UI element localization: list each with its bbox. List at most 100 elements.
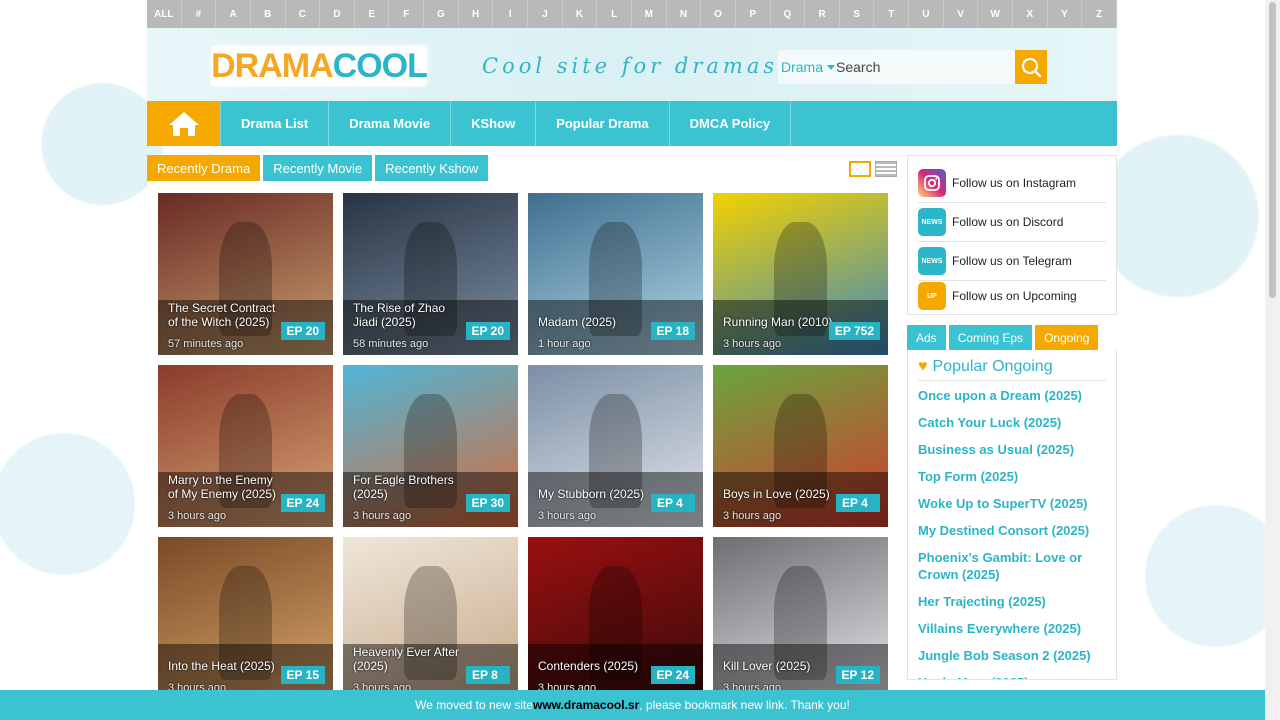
alphabet-link[interactable]: E	[355, 0, 390, 28]
drama-title[interactable]: Heavenly Ever After (2025)	[353, 645, 465, 673]
follow-label[interactable]: Follow us on Instagram	[952, 176, 1076, 190]
popular-item[interactable]: Uncle Mom (2025)	[918, 674, 1106, 679]
alphabet-link[interactable]: K	[563, 0, 598, 28]
popular-item[interactable]: Once upon a Dream (2025)	[918, 387, 1106, 404]
drama-card[interactable]: My Stubborn (2025) 3 hours ago EP 4	[528, 365, 703, 527]
alphabet-link[interactable]: N	[667, 0, 702, 28]
drama-title[interactable]: My Stubborn (2025)	[538, 487, 650, 501]
scrollbar[interactable]	[1265, 0, 1280, 720]
alphabet-link[interactable]: B	[251, 0, 286, 28]
drama-card[interactable]: Boys in Love (2025) 3 hours ago EP 4	[713, 365, 888, 527]
follow-label[interactable]: Follow us on Upcoming	[952, 289, 1077, 303]
notice-after: , please bookmark new link. Thank you!	[639, 698, 850, 712]
upcoming-icon: UP	[918, 282, 946, 310]
alphabet-link[interactable]: Y	[1048, 0, 1083, 28]
popular-item[interactable]: Villains Everywhere (2025)	[918, 620, 1106, 637]
drama-card[interactable]: Contenders (2025) 3 hours ago EP 24	[528, 537, 703, 699]
grid-view-icon[interactable]	[849, 161, 871, 177]
alphabet-link[interactable]: C	[286, 0, 321, 28]
alphabet-link[interactable]: G	[424, 0, 459, 28]
alphabet-link[interactable]: T	[874, 0, 910, 28]
alphabet-link[interactable]: R	[805, 0, 840, 28]
alphabet-link[interactable]: V	[944, 0, 979, 28]
alphabet-link[interactable]: L	[597, 0, 632, 28]
drama-title[interactable]: Into the Heat (2025)	[168, 659, 280, 673]
follow-row[interactable]: UP Follow us on Upcoming	[918, 281, 1106, 311]
sidebar-tab[interactable]: Ads	[907, 325, 946, 350]
drama-card[interactable]: Marry to the Enemy of My Enemy (2025) 3 h…	[158, 365, 333, 527]
drama-title[interactable]: Boys in Love (2025)	[723, 487, 835, 501]
episode-badge: EP 24	[280, 494, 325, 512]
drama-card[interactable]: The Rise of Zhao Jiadi (2025) 58 minutes …	[343, 193, 518, 355]
nav-item[interactable]: DMCA Policy	[670, 101, 792, 146]
episode-badge: EP 8	[466, 666, 510, 684]
nav-item[interactable]: Drama Movie	[329, 101, 452, 146]
alphabet-link[interactable]: A	[216, 0, 251, 28]
alphabet-link[interactable]: U	[909, 0, 944, 28]
alphabet-link[interactable]: P	[736, 0, 771, 28]
follow-row[interactable]: Follow us on Instagram	[918, 164, 1106, 203]
drama-card[interactable]: For Eagle Brothers (2025) 3 hours ago EP 3…	[343, 365, 518, 527]
sidebar-tab[interactable]: Ongoing	[1035, 325, 1099, 350]
list-view-icon[interactable]	[875, 161, 897, 177]
notice-link[interactable]: www.dramacool.sr	[533, 698, 639, 712]
drama-title[interactable]: Marry to the Enemy of My Enemy (2025)	[168, 473, 280, 501]
scrollbar-thumb[interactable]	[1269, 2, 1276, 298]
popular-item[interactable]: Top Form (2025)	[918, 468, 1106, 485]
alphabet-link[interactable]: W	[978, 0, 1014, 28]
content-tab[interactable]: Recently Drama	[147, 155, 261, 181]
content-tab[interactable]: Recently Movie	[263, 155, 373, 181]
popular-item[interactable]: Phoenix's Gambit: Love or Crown (2025)	[918, 549, 1106, 583]
drama-time: 3 hours ago	[723, 510, 782, 522]
popular-item[interactable]: Woke Up to SuperTV (2025)	[918, 495, 1106, 512]
alphabet-link[interactable]: H	[459, 0, 494, 28]
site-logo[interactable]: DRAMA COOL	[211, 46, 428, 86]
follow-label[interactable]: Follow us on Discord	[952, 215, 1063, 229]
episode-badge: EP 20	[465, 322, 510, 340]
alphabet-link[interactable]: ALL	[147, 0, 182, 28]
nav-item[interactable]: Popular Drama	[536, 101, 670, 146]
drama-card[interactable]: Kill Lover (2025) 3 hours ago EP 12	[713, 537, 888, 699]
nav-item[interactable]: Drama List	[221, 101, 330, 146]
episode-badge: EP 24	[650, 666, 695, 684]
popular-item[interactable]: Jungle Bob Season 2 (2025)	[918, 647, 1106, 664]
nav-item[interactable]: KShow	[451, 101, 537, 146]
alphabet-link[interactable]: M	[632, 0, 667, 28]
drama-title[interactable]: Madam (2025)	[538, 315, 650, 329]
drama-title[interactable]: Kill Lover (2025)	[723, 659, 835, 673]
alphabet-link[interactable]: #	[182, 0, 217, 28]
drama-title[interactable]: For Eagle Brothers (2025)	[353, 473, 465, 501]
follow-row[interactable]: NEWS Follow us on Discord	[918, 203, 1106, 242]
popular-item[interactable]: Business as Usual (2025)	[918, 441, 1106, 458]
alphabet-link[interactable]: F	[389, 0, 425, 28]
search-input[interactable]	[836, 59, 1006, 75]
drama-title[interactable]: The Secret Contract of the Witch (2025)	[168, 301, 280, 329]
search-button[interactable]	[1015, 50, 1047, 84]
home-button[interactable]	[147, 101, 221, 146]
popular-item[interactable]: Her Trajecting (2025)	[918, 593, 1106, 610]
drama-card[interactable]: The Secret Contract of the Witch (2025) 5…	[158, 193, 333, 355]
alphabet-link[interactable]: S	[840, 0, 875, 28]
alphabet-link[interactable]: J	[528, 0, 563, 28]
follow-row[interactable]: NEWS Follow us on Telegram	[918, 242, 1106, 281]
search-type-select[interactable]: Drama	[778, 59, 836, 75]
drama-title[interactable]: The Rise of Zhao Jiadi (2025)	[353, 301, 465, 329]
drama-card[interactable]: Running Man (2010) 3 hours ago EP 752	[713, 193, 888, 355]
drama-card[interactable]: Madam (2025) 1 hour ago EP 18	[528, 193, 703, 355]
episode-badge: EP 4	[651, 494, 695, 512]
alphabet-link[interactable]: O	[701, 0, 736, 28]
alphabet-link[interactable]: X	[1013, 0, 1048, 28]
alphabet-link[interactable]: D	[320, 0, 355, 28]
follow-label[interactable]: Follow us on Telegram	[952, 254, 1072, 268]
alphabet-link[interactable]: Q	[771, 0, 806, 28]
drama-card[interactable]: Into the Heat (2025) 3 hours ago EP 15	[158, 537, 333, 699]
content-tab[interactable]: Recently Kshow	[375, 155, 489, 181]
alphabet-link[interactable]: I	[493, 0, 529, 28]
drama-title[interactable]: Running Man (2010)	[723, 315, 835, 329]
drama-card[interactable]: Heavenly Ever After (2025) 3 hours ago EP …	[343, 537, 518, 699]
popular-item[interactable]: My Destined Consort (2025)	[918, 522, 1106, 539]
sidebar-tab[interactable]: Coming Eps	[948, 325, 1033, 350]
popular-item[interactable]: Catch Your Luck (2025)	[918, 414, 1106, 431]
alphabet-link[interactable]: Z	[1082, 0, 1117, 28]
drama-title[interactable]: Contenders (2025)	[538, 659, 650, 673]
